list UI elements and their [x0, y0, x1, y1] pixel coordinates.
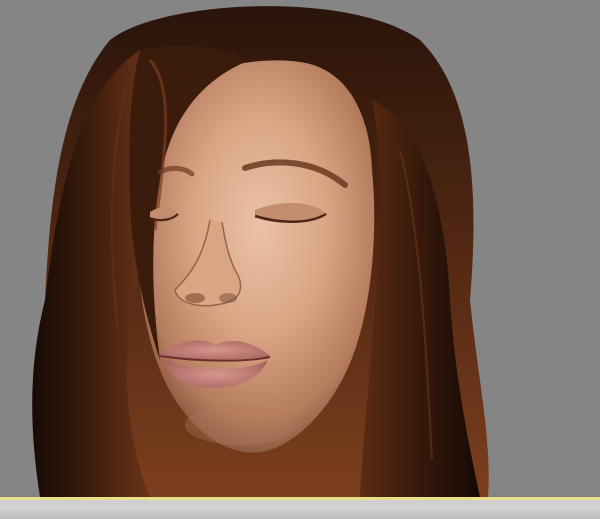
timeline-track[interactable]	[0, 506, 600, 519]
timeline-bar[interactable]	[0, 497, 600, 519]
3d-viewport[interactable]	[0, 0, 600, 497]
rendered-head-image	[32, 6, 489, 497]
